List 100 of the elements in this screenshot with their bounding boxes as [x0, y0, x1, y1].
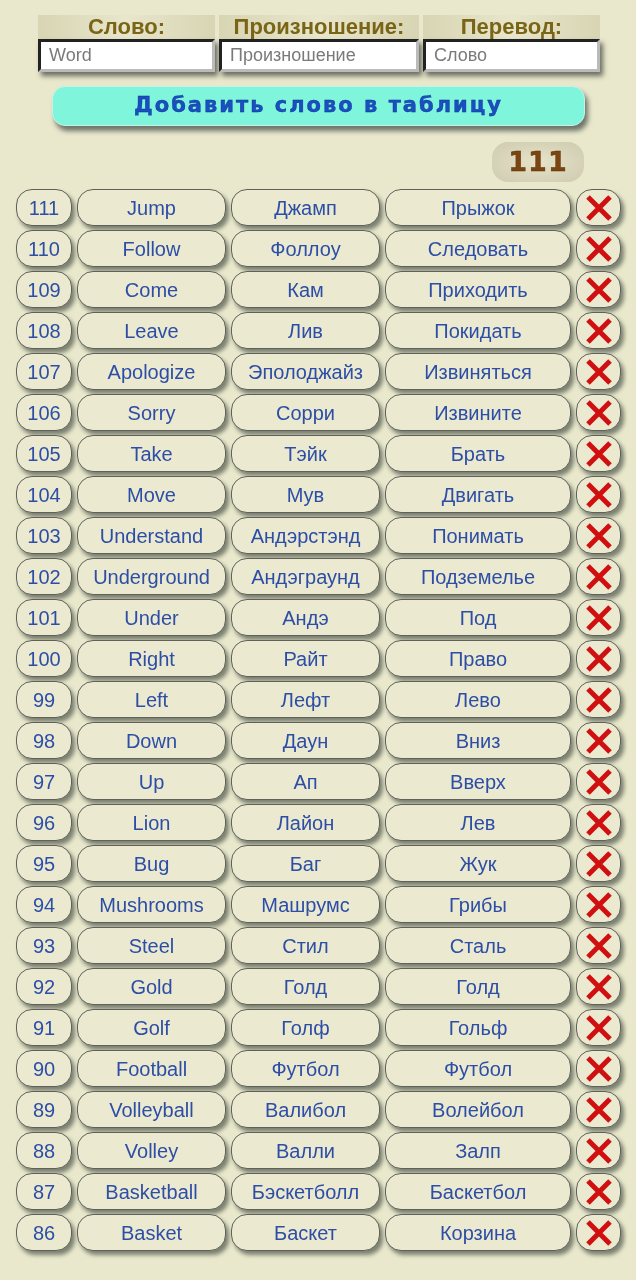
number-cell: 88: [16, 1132, 72, 1169]
number-cell: 91: [16, 1009, 72, 1046]
delete-button[interactable]: [576, 394, 621, 431]
translation-cell: Корзина: [385, 1214, 571, 1251]
delete-button[interactable]: [576, 1009, 621, 1046]
delete-button[interactable]: [576, 763, 621, 800]
pronunciation-cell: Баскет: [231, 1214, 380, 1251]
pronunciation-cell: Джамп: [231, 189, 380, 226]
word-cell: Lion: [77, 804, 226, 841]
delete-button[interactable]: [576, 927, 621, 964]
add-word-button[interactable]: Добавить слово в таблицу: [52, 86, 585, 126]
translation-cell: Понимать: [385, 517, 571, 554]
delete-button[interactable]: [576, 886, 621, 923]
number-cell: 92: [16, 968, 72, 1005]
word-cell: Move: [77, 476, 226, 513]
number-cell: 97: [16, 763, 72, 800]
delete-button[interactable]: [576, 230, 621, 267]
number-cell: 96: [16, 804, 72, 841]
field-label: Перевод:: [423, 15, 600, 39]
pronunciation-cell: Стил: [231, 927, 380, 964]
word-cell: Right: [77, 640, 226, 677]
delete-button[interactable]: [576, 189, 621, 226]
word-cell: Golf: [77, 1009, 226, 1046]
pronunciation-cell: Голд: [231, 968, 380, 1005]
translation-cell: Следовать: [385, 230, 571, 267]
pronunciation-cell: Андэ: [231, 599, 380, 636]
translation-cell: Вниз: [385, 722, 571, 759]
delete-button[interactable]: [576, 312, 621, 349]
delete-button[interactable]: [576, 1091, 621, 1128]
delete-button[interactable]: [576, 1173, 621, 1210]
cross-icon: [585, 522, 612, 549]
delete-button[interactable]: [576, 476, 621, 513]
pronunciation-cell: Райт: [231, 640, 380, 677]
number-cell: 98: [16, 722, 72, 759]
translation-cell: Баскетбол: [385, 1173, 571, 1210]
word-cell: Football: [77, 1050, 226, 1087]
word-cell: Basketball: [77, 1173, 226, 1210]
delete-button[interactable]: [576, 1132, 621, 1169]
text-input-field[interactable]: Word: [38, 39, 215, 72]
word-count: 111: [492, 142, 584, 182]
cross-icon: [585, 276, 612, 303]
delete-button[interactable]: [576, 558, 621, 595]
cross-icon: [585, 358, 612, 385]
word-cell: Sorry: [77, 394, 226, 431]
cross-icon: [585, 1014, 612, 1041]
word-cell: Bug: [77, 845, 226, 882]
word-cell: Volleyball: [77, 1091, 226, 1128]
text-input-field[interactable]: Слово: [423, 39, 600, 72]
number-cell: 107: [16, 353, 72, 390]
translation-cell: Залп: [385, 1132, 571, 1169]
pronunciation-cell: Мув: [231, 476, 380, 513]
cross-icon: [585, 235, 612, 262]
translation-cell: Извиняться: [385, 353, 571, 390]
delete-button[interactable]: [576, 1214, 621, 1251]
delete-button[interactable]: [576, 517, 621, 554]
delete-button[interactable]: [576, 804, 621, 841]
translation-cell: Извините: [385, 394, 571, 431]
translation-cell: Голд: [385, 968, 571, 1005]
cross-icon: [585, 1137, 612, 1164]
delete-button[interactable]: [576, 640, 621, 677]
cross-icon: [585, 891, 612, 918]
cross-icon: [585, 481, 612, 508]
delete-button[interactable]: [576, 271, 621, 308]
cross-icon: [585, 768, 612, 795]
word-cell: Basket: [77, 1214, 226, 1251]
delete-button[interactable]: [576, 845, 621, 882]
translation-cell: Прыжок: [385, 189, 571, 226]
pronunciation-cell: Сорри: [231, 394, 380, 431]
number-cell: 103: [16, 517, 72, 554]
number-cell: 106: [16, 394, 72, 431]
translation-cell: Приходить: [385, 271, 571, 308]
delete-button[interactable]: [576, 968, 621, 1005]
pronunciation-cell: Лефт: [231, 681, 380, 718]
delete-button[interactable]: [576, 681, 621, 718]
cross-icon: [585, 973, 612, 1000]
pronunciation-cell: Баг: [231, 845, 380, 882]
text-input-field[interactable]: Произношение: [219, 39, 419, 72]
translation-cell: Гольф: [385, 1009, 571, 1046]
translation-cell: Лево: [385, 681, 571, 718]
word-cell: Up: [77, 763, 226, 800]
number-cell: 108: [16, 312, 72, 349]
word-cell: Steel: [77, 927, 226, 964]
delete-button[interactable]: [576, 353, 621, 390]
number-cell: 102: [16, 558, 72, 595]
word-cell: Left: [77, 681, 226, 718]
number-cell: 111: [16, 189, 72, 226]
translation-cell: Покидать: [385, 312, 571, 349]
delete-button[interactable]: [576, 435, 621, 472]
word-cell: Volley: [77, 1132, 226, 1169]
pronunciation-cell: Эполоджайз: [231, 353, 380, 390]
delete-button[interactable]: [576, 1050, 621, 1087]
cross-icon: [585, 1055, 612, 1082]
number-cell: 99: [16, 681, 72, 718]
word-cell: Come: [77, 271, 226, 308]
number-cell: 90: [16, 1050, 72, 1087]
delete-button[interactable]: [576, 722, 621, 759]
pronunciation-cell: Лайон: [231, 804, 380, 841]
word-cell: Down: [77, 722, 226, 759]
delete-button[interactable]: [576, 599, 621, 636]
number-cell: 110: [16, 230, 72, 267]
